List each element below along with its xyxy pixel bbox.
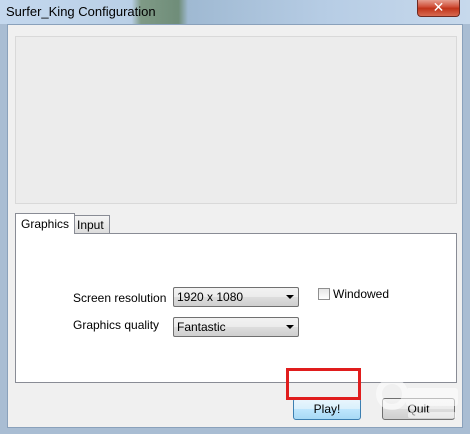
play-button[interactable]: Play! [293,398,361,420]
window-title: Surfer_King Configuration [6,4,156,19]
title-bar[interactable]: Surfer_King Configuration ✕ [0,0,470,24]
config-window: Surfer_King Configuration ✕ Graphics Inp… [0,0,470,434]
graphics-tab-panel: Screen resolution 1920 x 1080 Graphics q… [15,233,457,383]
screen-resolution-value: 1920 x 1080 [177,290,244,304]
watermark-logo [376,378,458,418]
dropdown-arrow-icon [286,325,294,329]
screen-resolution-select[interactable]: 1920 x 1080 [173,287,299,307]
screen-resolution-label: Screen resolution [73,291,167,305]
dropdown-arrow-icon [286,295,294,299]
graphics-quality-select[interactable]: Fantastic [173,317,299,337]
graphics-quality-value: Fantastic [177,320,226,334]
windowed-checkbox[interactable] [318,288,330,300]
tab-input[interactable]: Input [71,215,110,233]
banner-image [15,36,457,204]
close-icon: ✕ [432,0,445,16]
client-area: Graphics Input Screen resolution 1920 x … [7,24,463,428]
tab-graphics[interactable]: Graphics [15,213,76,234]
close-button[interactable]: ✕ [417,0,460,17]
windowed-label: Windowed [333,287,390,301]
graphics-quality-label: Graphics quality [73,318,160,332]
